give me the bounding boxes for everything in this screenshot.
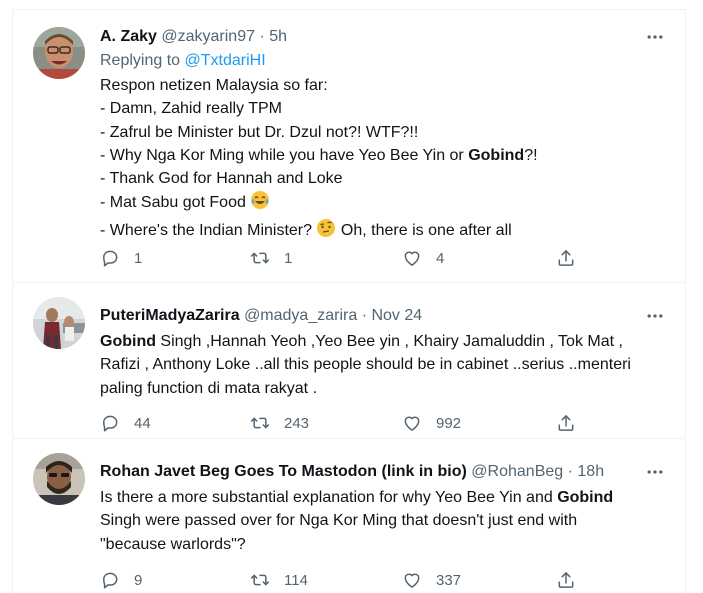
text-line: Singh were passed over for Nga Kor Ming … [100, 512, 578, 530]
like-button[interactable]: 992 [402, 411, 461, 435]
text-line: - Where's the Indian Minister? Oh, there… [100, 218, 670, 245]
reply-button[interactable]: 9 [100, 568, 142, 592]
tweet-2[interactable]: PuteriMadyaZarira @madya_zarira · Nov 24… [13, 283, 685, 440]
share-upload-icon [556, 570, 576, 590]
raised-eyebrow-emoji [316, 218, 336, 245]
retweet-count: 1 [284, 249, 293, 267]
highlighted-keyword: Gobind [557, 489, 614, 506]
heart-icon [402, 570, 422, 590]
retweet-count: 243 [284, 414, 310, 432]
text-line: - Mat Sabu got Food [100, 190, 670, 217]
user-handle[interactable]: @zakyarin97 [161, 28, 255, 45]
replying-to: Replying to @TxtdariHI [100, 50, 266, 72]
separator-dot: · [361, 307, 368, 324]
user-handle[interactable]: @madya_zarira [244, 307, 357, 324]
reply-bubble-icon [100, 413, 120, 433]
text-line: - Thank God for Hannah and Loke [100, 170, 343, 188]
timestamp[interactable]: 5h [269, 28, 287, 45]
text-line: Gobind Singh ,Hannah Yeoh ,Yeo Bee yin ,… [100, 330, 670, 353]
more-dots-icon[interactable] [645, 27, 665, 47]
tweet-thread: A. Zaky @zakyarin97 · 5h Replying to @Tx… [12, 9, 686, 593]
retweet-icon [250, 570, 270, 590]
retweet-button[interactable]: 1 [250, 246, 292, 270]
display-name[interactable]: A. Zaky [100, 28, 157, 45]
like-button[interactable]: 337 [402, 568, 461, 592]
like-count: 337 [436, 571, 462, 589]
text-line: "because warlords"? [100, 535, 246, 553]
text-segment: Oh, there is one after all [336, 221, 512, 239]
retweet-button[interactable]: 114 [250, 568, 308, 592]
tweet-1[interactable]: A. Zaky @zakyarin97 · 5h Replying to @Tx… [13, 10, 685, 280]
heart-icon [402, 248, 422, 268]
text-segment: - Why Nga Kor Ming while you have Yeo Be… [100, 146, 469, 164]
share-upload-icon [556, 248, 576, 268]
separator-dot: · [259, 28, 265, 45]
reply-bubble-icon [100, 248, 120, 268]
avatar[interactable] [33, 453, 85, 505]
text-segment: - Where's the Indian Minister? [100, 221, 317, 239]
text-segment: ?! [524, 146, 538, 164]
tweet-header: PuteriMadyaZarira @madya_zarira · Nov 24 [100, 306, 422, 326]
tweet-actions: 9 114 337 [100, 568, 580, 592]
more-dots-icon[interactable] [645, 462, 665, 482]
reply-count: 44 [134, 414, 151, 432]
timestamp[interactable]: 18h [577, 463, 604, 480]
share-upload-icon [556, 413, 576, 433]
replying-to-label: Replying to [100, 52, 181, 69]
retweet-count: 114 [284, 571, 308, 589]
tweet-actions: 44 243 992 [100, 411, 580, 435]
tears-of-joy-emoji [250, 190, 270, 217]
like-count: 4 [436, 249, 445, 267]
share-button[interactable] [556, 246, 576, 270]
retweet-icon [250, 248, 270, 268]
reply-button[interactable]: 44 [100, 411, 151, 435]
tweet-header: Rohan Javet Beg Goes To Mastodon (link i… [100, 462, 604, 482]
timestamp[interactable]: Nov 24 [371, 307, 422, 324]
display-name[interactable]: PuteriMadyaZarira [100, 307, 240, 324]
reply-to-handle-link[interactable]: @TxtdariHI [185, 52, 266, 69]
text-line: Is there a more substantial explanation … [100, 486, 670, 509]
text-line: - Why Nga Kor Ming while you have Yeo Be… [100, 144, 670, 167]
share-button[interactable] [556, 568, 576, 592]
text-line: - Zafrul be Minister but Dr. Dzul not?! … [100, 123, 419, 141]
avatar[interactable] [33, 27, 85, 79]
more-dots-icon[interactable] [645, 306, 665, 326]
text-segment: Singh ,Hannah Yeoh ,Yeo Bee yin , Khairy… [155, 333, 623, 350]
avatar[interactable] [33, 297, 85, 349]
like-count: 992 [436, 414, 462, 432]
heart-icon [402, 413, 422, 433]
text-line: Respon netizen Malaysia so far: [100, 77, 328, 94]
retweet-button[interactable]: 243 [250, 411, 309, 435]
tweet-text: Respon netizen Malaysia so far: - Damn, … [100, 74, 670, 245]
tweet-actions: 1 1 4 [100, 246, 580, 270]
text-line: - Damn, Zahid really TPM [100, 100, 282, 118]
tweet-header: A. Zaky @zakyarin97 · 5h [100, 27, 287, 47]
tweet-3[interactable]: Rohan Javet Beg Goes To Mastodon (link i… [13, 439, 685, 593]
highlighted-keyword: Gobind [468, 146, 525, 164]
tweet-text: Is there a more substantial explanation … [100, 486, 670, 556]
text-segment: - Mat Sabu got Food [100, 194, 251, 212]
text-line: Rafizi , Anthony Loke ..all this people … [100, 356, 631, 374]
display-name[interactable]: Rohan Javet Beg Goes To Mastodon (link i… [100, 463, 467, 480]
separator-dot: · [567, 463, 573, 480]
text-segment: Is there a more substantial explanation … [100, 489, 558, 506]
tweet-text: Gobind Singh ,Hannah Yeoh ,Yeo Bee yin ,… [100, 330, 670, 400]
reply-button[interactable]: 1 [100, 246, 142, 270]
reply-count: 1 [134, 249, 143, 267]
text-line: paling function di mata rakyat . [100, 379, 318, 397]
reply-count: 9 [134, 571, 143, 589]
like-button[interactable]: 4 [402, 246, 444, 270]
highlighted-keyword: Gobind [100, 333, 156, 350]
user-handle[interactable]: @RohanBeg [471, 463, 563, 480]
reply-bubble-icon [100, 570, 120, 590]
share-button[interactable] [556, 411, 576, 435]
retweet-icon [250, 413, 270, 433]
